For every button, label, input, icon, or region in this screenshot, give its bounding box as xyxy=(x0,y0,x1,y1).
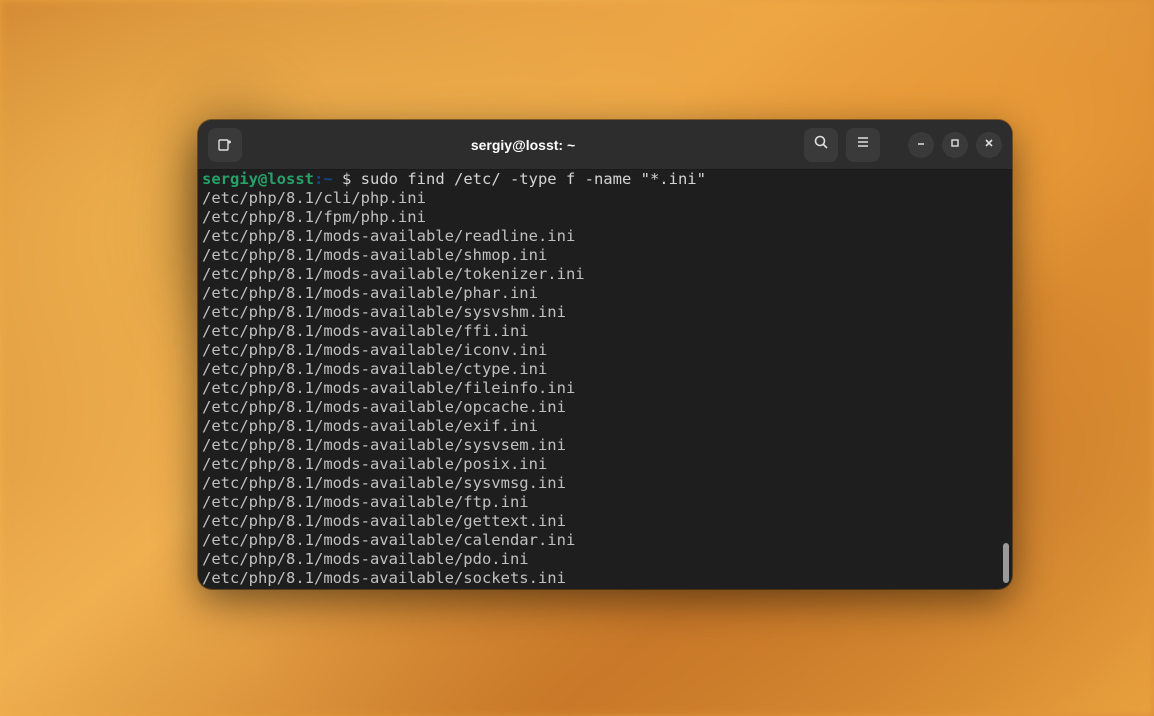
search-button[interactable] xyxy=(804,128,838,162)
output-line: /etc/php/8.1/mods-available/gettext.ini xyxy=(202,512,1008,531)
output-line: /etc/php/8.1/fpm/php.ini xyxy=(202,208,1008,227)
output-line: /etc/php/8.1/mods-available/pdo.ini xyxy=(202,550,1008,569)
prompt-colon: : xyxy=(314,170,323,188)
prompt-dollar: $ xyxy=(333,170,361,188)
output-line: /etc/php/8.1/mods-available/sysvmsg.ini xyxy=(202,474,1008,493)
output-line: /etc/php/8.1/mods-available/readline.ini xyxy=(202,227,1008,246)
output-line: /etc/php/8.1/mods-available/sysvshm.ini xyxy=(202,303,1008,322)
output-line: /etc/php/8.1/mods-available/sysvsem.ini xyxy=(202,436,1008,455)
output-line: /etc/php/8.1/mods-available/opcache.ini xyxy=(202,398,1008,417)
close-icon xyxy=(983,136,995,154)
output-line: /etc/php/8.1/cli/php.ini xyxy=(202,189,1008,208)
output-line: /etc/php/8.1/mods-available/posix.ini xyxy=(202,455,1008,474)
window-title: sergiy@losst: ~ xyxy=(242,137,804,153)
output-line: /etc/php/8.1/mods-available/ffi.ini xyxy=(202,322,1008,341)
output-line: /etc/php/8.1/mods-available/sockets.ini xyxy=(202,569,1008,588)
output-line: /etc/php/8.1/mods-available/tokenizer.in… xyxy=(202,265,1008,284)
output-line: /etc/php/8.1/mods-available/ftp.ini xyxy=(202,493,1008,512)
command-text: sudo find /etc/ -type f -name "*.ini" xyxy=(361,170,706,188)
maximize-icon xyxy=(949,136,961,154)
output-line: /etc/php/8.1/mods-available/fileinfo.ini xyxy=(202,379,1008,398)
scrollbar-thumb[interactable] xyxy=(1003,543,1009,583)
output-line: /etc/php/8.1/mods-available/calendar.ini xyxy=(202,531,1008,550)
terminal-window: sergiy@losst: ~ xyxy=(198,120,1012,589)
output-line: /etc/php/8.1/mods-available/ctype.ini xyxy=(202,360,1008,379)
prompt-user: sergiy@losst xyxy=(202,170,314,188)
hamburger-icon xyxy=(855,134,871,155)
menu-button[interactable] xyxy=(846,128,880,162)
output-line: /etc/php/8.1/mods-available/iconv.ini xyxy=(202,341,1008,360)
prompt-path: ~ xyxy=(323,170,332,188)
output-line: /etc/php/8.1/mods-available/phar.ini xyxy=(202,284,1008,303)
prompt-line: sergiy@losst:~ $ sudo find /etc/ -type f… xyxy=(202,170,1008,189)
search-icon xyxy=(813,134,829,155)
output-line: /etc/php/8.1/mods-available/shmop.ini xyxy=(202,246,1008,265)
new-tab-button[interactable] xyxy=(208,128,242,162)
minimize-button[interactable] xyxy=(908,132,934,158)
close-button[interactable] xyxy=(976,132,1002,158)
terminal-content[interactable]: sergiy@losst:~ $ sudo find /etc/ -type f… xyxy=(198,170,1012,589)
maximize-button[interactable] xyxy=(942,132,968,158)
titlebar[interactable]: sergiy@losst: ~ xyxy=(198,120,1012,170)
output-line: /etc/php/8.1/mods-available/exif.ini xyxy=(202,417,1008,436)
minimize-icon xyxy=(915,136,927,154)
